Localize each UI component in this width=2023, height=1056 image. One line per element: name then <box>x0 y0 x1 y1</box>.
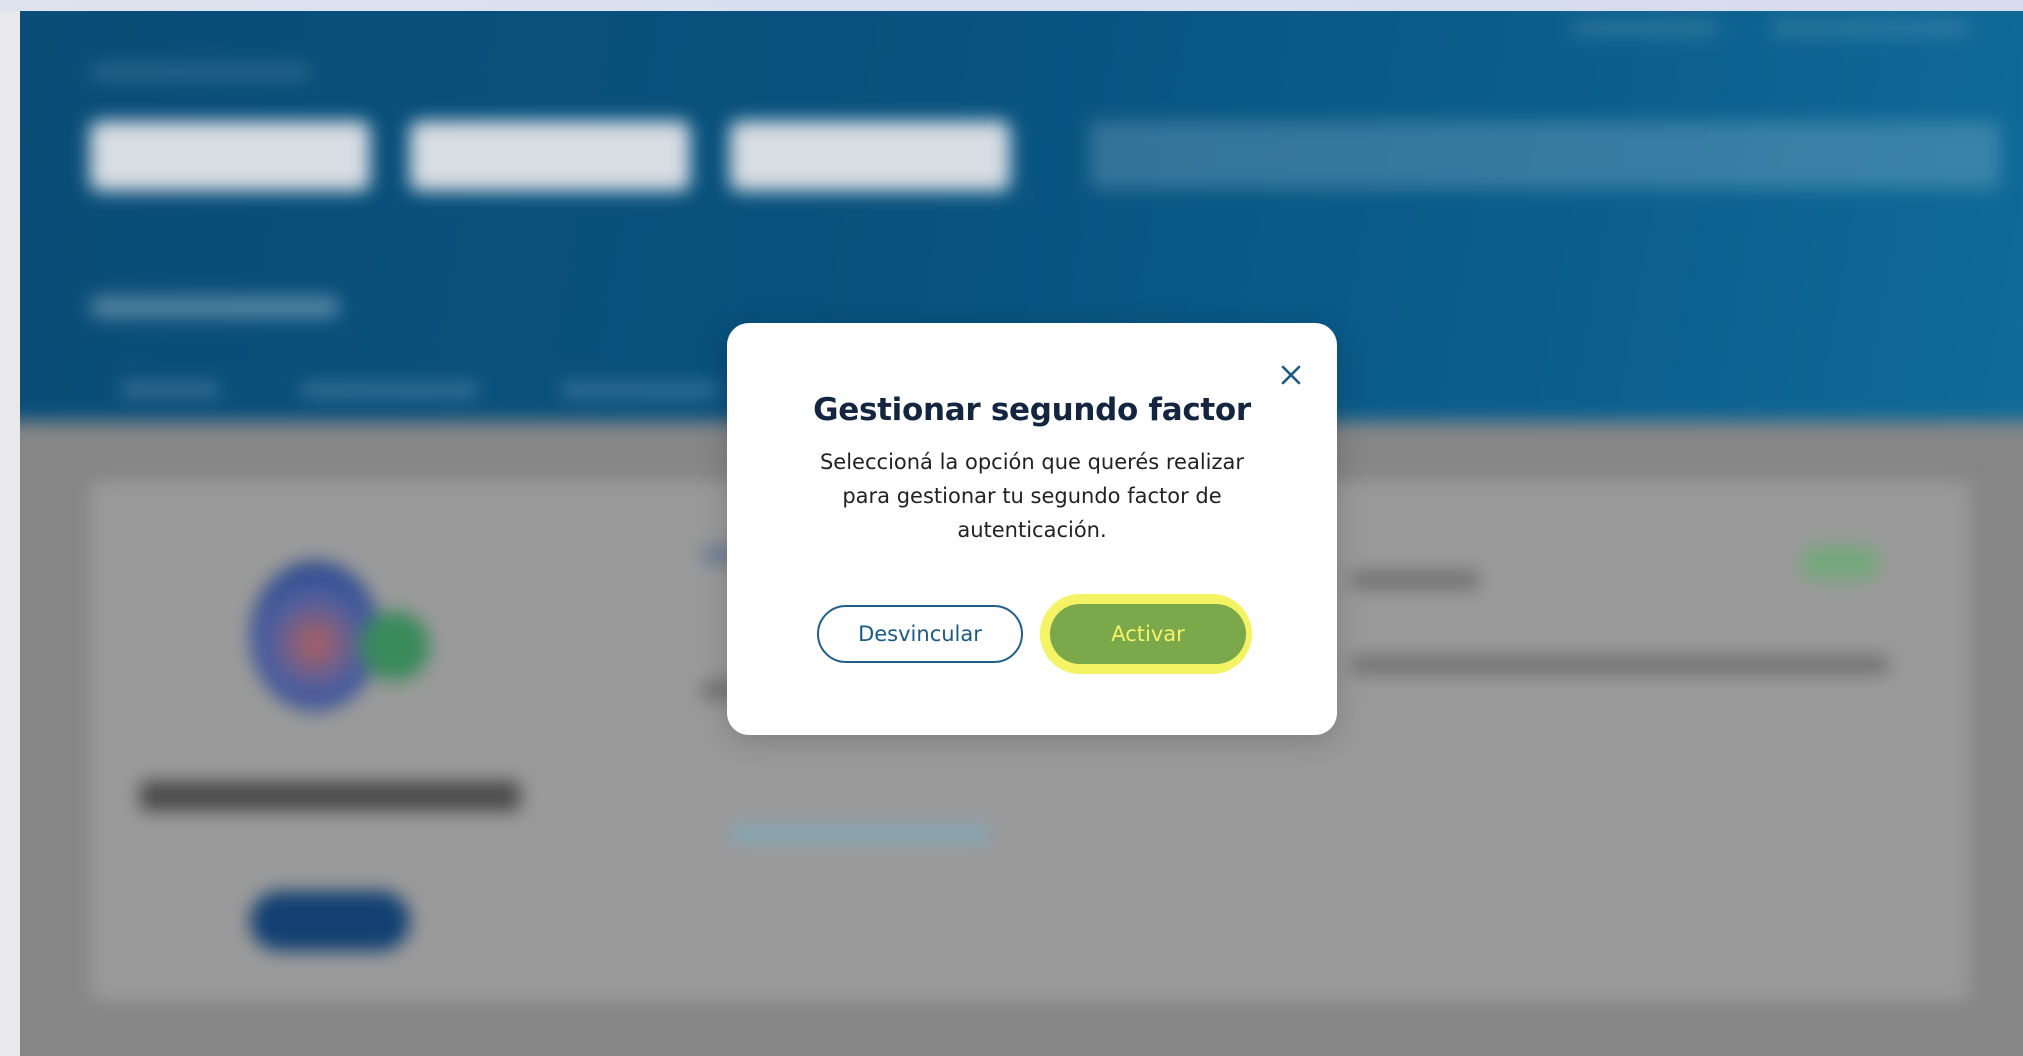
background-top-link <box>1770 19 1970 37</box>
close-icon <box>1281 365 1301 385</box>
background-logo <box>90 65 310 79</box>
background-nav-button <box>90 121 370 191</box>
modal-description: Seleccioná la opción que querés realizar… <box>819 450 1245 542</box>
browser-top-strip <box>0 0 2023 11</box>
unlink-button[interactable]: Desvincular <box>817 605 1023 663</box>
background-avatar-badge <box>360 611 430 681</box>
background-top-link <box>1570 19 1720 37</box>
background-search-bar <box>1090 121 2000 189</box>
activate-button[interactable]: Activar <box>1050 604 1246 664</box>
background-nav-button <box>410 121 690 191</box>
background-link <box>730 826 990 842</box>
background-tab <box>300 383 480 397</box>
background-nav-button <box>730 121 1010 191</box>
background-text-line <box>1350 571 1480 589</box>
background-profile-button <box>250 891 410 951</box>
close-button[interactable] <box>1276 360 1306 390</box>
background-tab <box>560 383 720 397</box>
background-user-name <box>140 781 520 811</box>
background-header-title <box>90 296 340 318</box>
background-tab <box>120 383 220 397</box>
background-status-badge <box>1800 546 1880 580</box>
modal-title: Gestionar segundo factor <box>813 392 1251 428</box>
browser-left-strip <box>0 11 20 1056</box>
background-text-line <box>1350 656 1890 674</box>
